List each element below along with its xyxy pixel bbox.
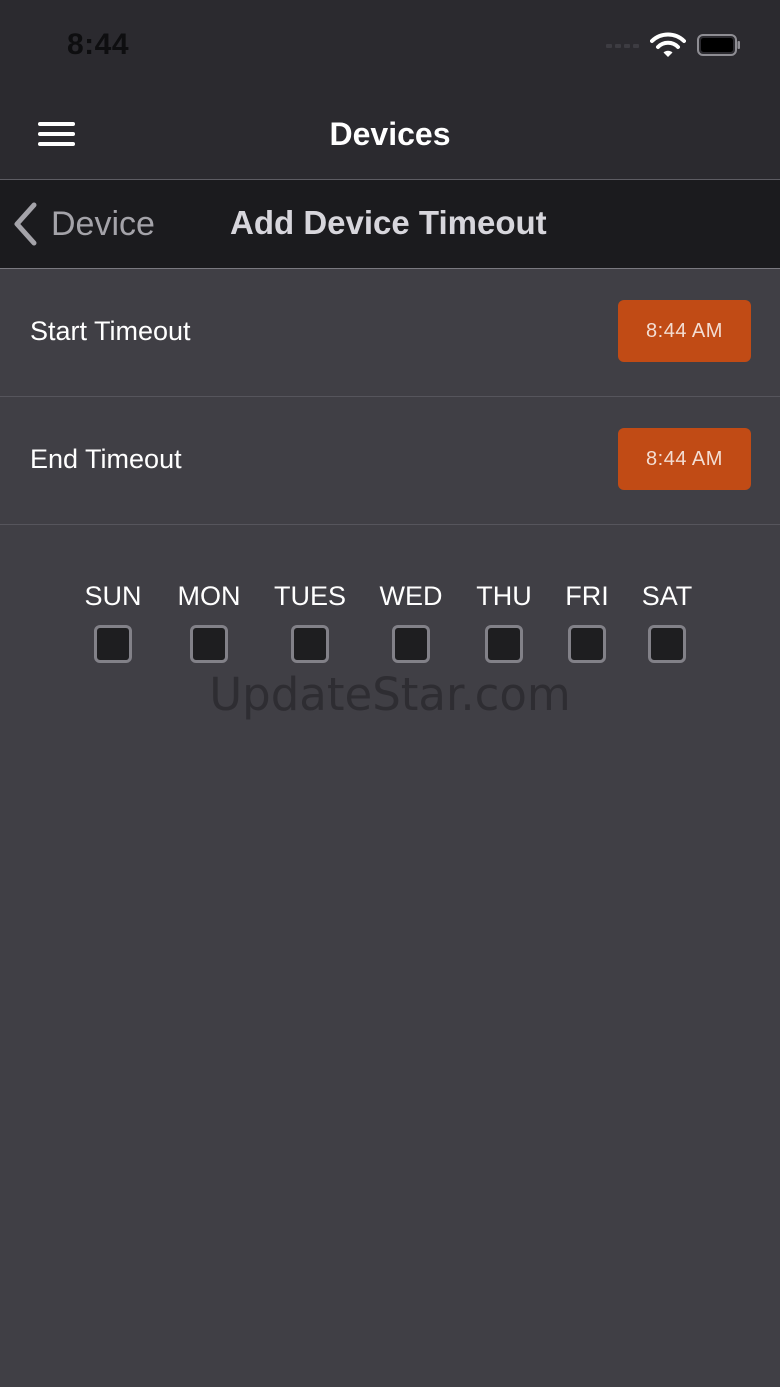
day-sat: SAT (622, 580, 712, 663)
day-fri: FRI (542, 580, 632, 663)
screen-title: Add Device Timeout (230, 204, 547, 241)
end-timeout-label: End Timeout (30, 444, 182, 474)
day-label-sat: SAT (641, 581, 693, 611)
day-label-sun: SUN (84, 581, 142, 611)
page-title: Devices (329, 116, 451, 152)
start-timeout-time-button[interactable]: 8:44 AM (618, 300, 751, 362)
end-timeout-row: End Timeout 8:44 AM (0, 397, 780, 525)
start-timeout-row: Start Timeout 8:44 AM (0, 269, 780, 397)
chevron-left-icon (14, 202, 37, 246)
day-sun: SUN (68, 580, 158, 663)
status-bar: 8:44 (0, 0, 780, 90)
status-time: 8:44 (67, 28, 130, 61)
sub-navigation-bar: Device Add Device Timeout (0, 180, 780, 269)
wifi-icon (650, 32, 686, 57)
day-label-thu: THU (476, 581, 532, 611)
day-label-tues: TUES (273, 581, 346, 611)
back-button[interactable]: Device (12, 200, 155, 248)
day-checkbox-sat[interactable] (648, 625, 686, 663)
back-button-label: Device (51, 204, 155, 243)
day-wed: WED (366, 580, 456, 663)
top-navigation-bar: Devices (0, 90, 780, 180)
day-label-fri: FRI (565, 581, 609, 611)
battery-icon (697, 34, 740, 56)
day-checkbox-thu[interactable] (485, 625, 523, 663)
end-timeout-time-button[interactable]: 8:44 AM (618, 428, 751, 490)
day-label-mon: MON (177, 581, 241, 611)
day-thu: THU (459, 580, 549, 663)
day-label-wed: WED (379, 581, 443, 611)
day-checkbox-tues[interactable] (291, 625, 329, 663)
day-checkbox-sun[interactable] (94, 625, 132, 663)
start-timeout-label: Start Timeout (30, 316, 191, 346)
day-checkbox-fri[interactable] (568, 625, 606, 663)
cellular-signal-icon (606, 44, 639, 48)
day-tues: TUES (265, 580, 355, 663)
watermark: UpdateStar.com (209, 668, 571, 721)
day-mon: MON (164, 580, 254, 663)
day-checkbox-wed[interactable] (392, 625, 430, 663)
day-checkbox-mon[interactable] (190, 625, 228, 663)
